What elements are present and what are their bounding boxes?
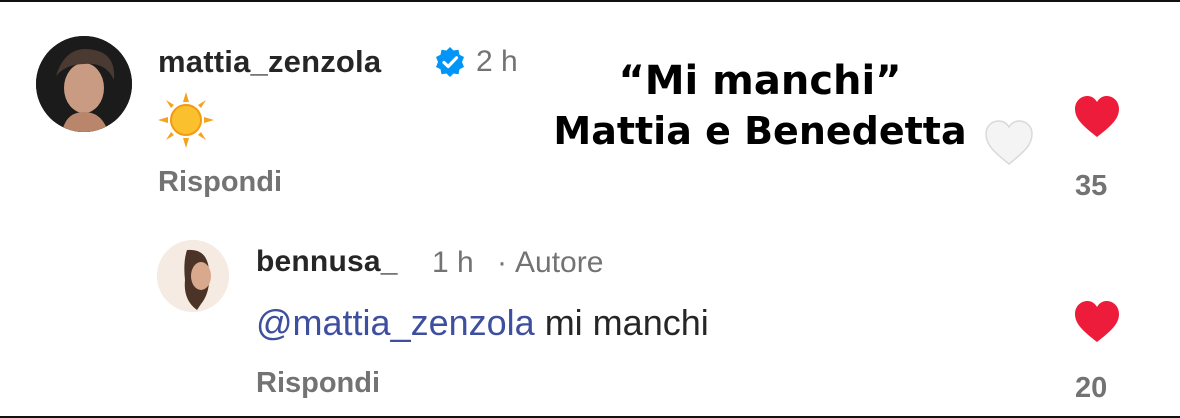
separator-dot: · [497,246,507,279]
reply-button[interactable]: Rispondi [256,367,380,400]
reply-username[interactable]: bennusa_ [256,245,398,279]
like-count: 20 [1075,372,1108,404]
reply-body: @mattia_zenzola mi manchi [256,302,709,344]
profile-photo-icon [157,240,229,312]
reply-time: 1 h [432,246,474,279]
comment-username[interactable]: mattia_zenzola [158,44,381,80]
mention-link[interactable]: @mattia_zenzola [256,302,535,343]
verified-badge-icon [436,47,464,77]
author-badge: Autore [515,246,604,279]
profile-photo-icon [36,36,132,132]
reply-text: mi manchi [534,302,709,343]
caption-line-1: “Mi manchi” [618,58,902,104]
sun-icon [158,92,214,148]
caption-overlay: “Mi manchi” Mattia e Benedetta [540,56,980,156]
reply-button[interactable]: Rispondi [158,166,282,199]
like-heart-icon[interactable] [1073,300,1121,344]
caption-line-2: Mattia e Benedetta [553,109,967,153]
like-heart-icon[interactable] [1073,95,1121,139]
comment-time: 2 h [476,45,518,78]
like-count: 35 [1075,170,1108,202]
avatar[interactable] [36,36,132,132]
reply-avatar[interactable] [157,240,229,312]
white-heart-icon [985,120,1033,165]
